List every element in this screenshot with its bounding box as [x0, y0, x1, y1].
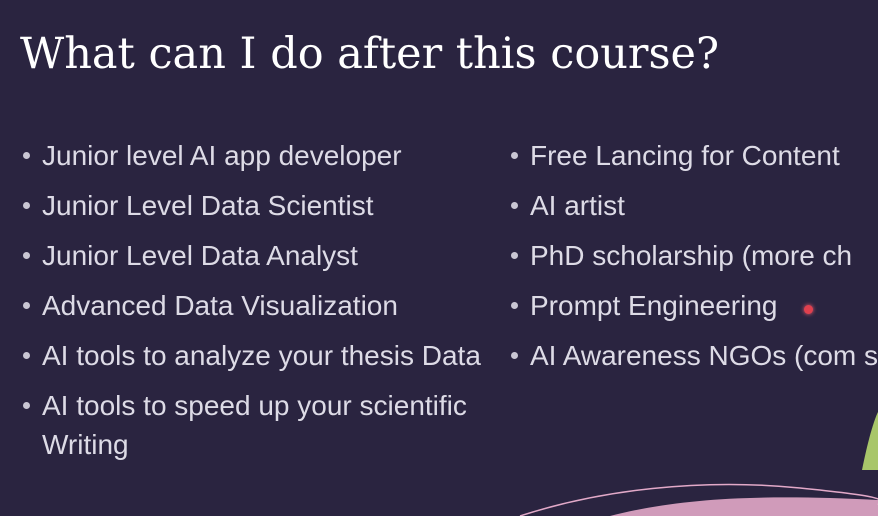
- decorative-pink-shape: [610, 497, 878, 516]
- decorative-swirl: [519, 412, 878, 516]
- presentation-slide: What can I do after this course? Junior …: [0, 0, 878, 516]
- decorative-green-shape: [862, 412, 878, 470]
